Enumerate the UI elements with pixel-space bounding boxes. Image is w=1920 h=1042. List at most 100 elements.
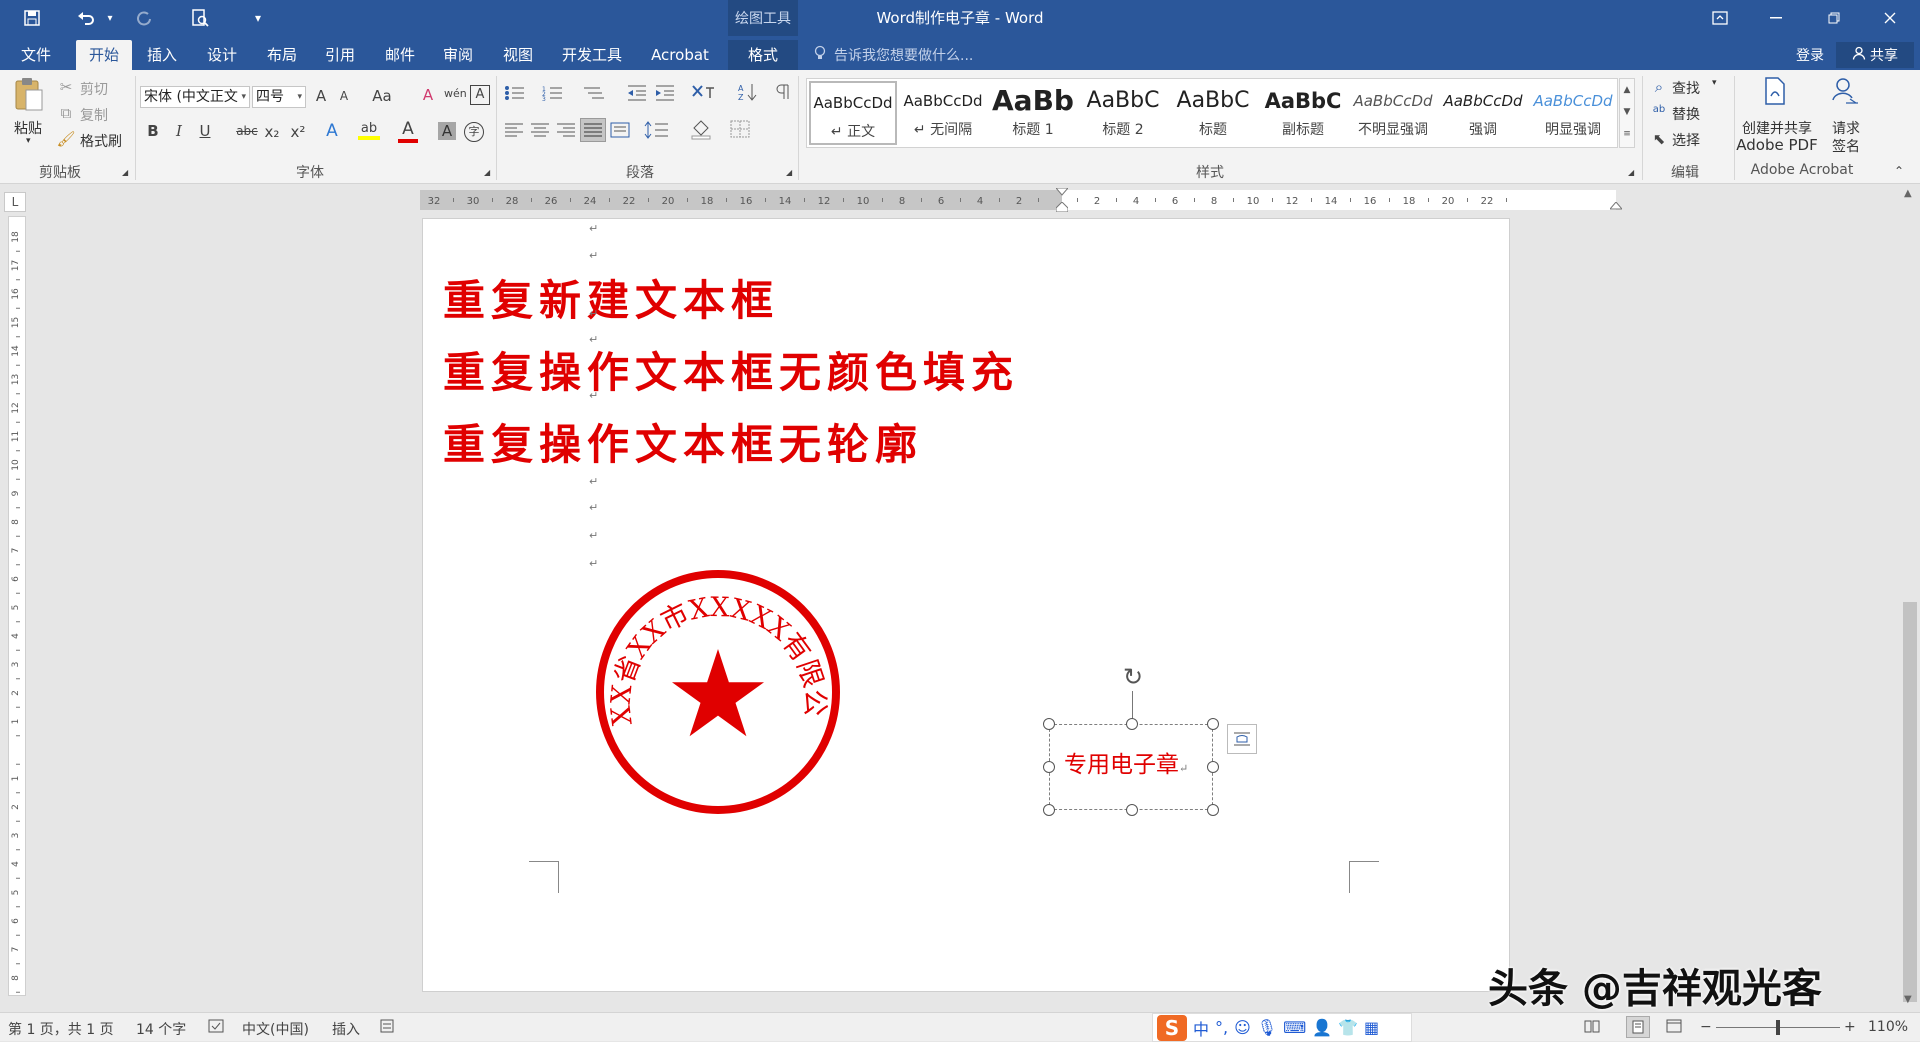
borders-icon[interactable] [730,120,750,142]
decrease-indent-icon[interactable] [626,84,648,106]
tab-mailings[interactable]: 邮件 [372,40,428,70]
style-no-spacing[interactable]: AaBbCcDd ↵ 无间隔 [899,81,987,145]
bold-icon[interactable]: B [144,122,162,140]
paste-dropdown-icon[interactable]: ▾ [26,136,31,146]
style-heading-1[interactable]: AaBb 标题 1 [989,81,1077,145]
tab-selector[interactable]: L [4,192,26,212]
justify-icon[interactable] [580,118,606,142]
tell-me-search[interactable]: 告诉我您想要做什么... [834,45,973,65]
scroll-up-icon[interactable]: ▲ [1904,188,1912,199]
document-line-2[interactable]: 重复操作文本框无颜色填充 [443,339,1019,400]
tab-file[interactable]: 文件 [8,40,64,70]
customize-quick-access-icon[interactable]: ▾ [244,4,272,32]
resize-handle[interactable] [1207,718,1219,730]
right-indent-marker[interactable] [1610,202,1622,210]
sort-icon[interactable]: AZ [738,82,760,106]
tab-design[interactable]: 设计 [194,40,250,70]
highlight-color-icon[interactable]: ab [358,121,380,140]
proofing-icon[interactable] [208,1019,224,1037]
resize-handle[interactable] [1207,761,1219,773]
shading-icon[interactable] [690,118,714,144]
collapse-ribbon-icon[interactable]: ⌃ [1894,164,1904,178]
multilevel-list-icon[interactable] [582,84,608,106]
bullets-icon[interactable] [504,84,530,106]
scrollbar-thumb[interactable] [1903,602,1917,1002]
copy-button[interactable]: 复制 [80,105,108,125]
print-preview-icon[interactable] [186,4,214,32]
shrink-font-icon[interactable]: A [336,89,352,103]
align-right-icon[interactable] [556,122,576,142]
superscript-icon[interactable]: x² [288,123,308,141]
paste-label[interactable]: 粘贴 [14,118,42,138]
document-line-1[interactable]: 重复新建文本框 [443,267,779,328]
layout-options-icon[interactable] [1227,724,1257,754]
tab-format[interactable]: 格式 [728,40,798,70]
seal-text-box[interactable]: 专用电子章↵ [1049,724,1213,810]
underline-icon[interactable]: U [196,122,214,140]
paste-icon[interactable] [12,76,46,114]
line-spacing-icon[interactable] [644,120,670,144]
increase-indent-icon[interactable] [654,84,676,106]
rotate-handle-icon[interactable]: ↻ [1119,663,1147,691]
tab-layout[interactable]: 布局 [254,40,310,70]
clipboard-launcher-icon[interactable]: ◢ [122,168,128,177]
styles-launcher-icon[interactable]: ◢ [1628,168,1634,177]
first-line-indent-marker[interactable] [1056,188,1068,196]
find-button[interactable]: 查找 [1672,78,1700,98]
resize-handle[interactable] [1043,804,1055,816]
read-mode-icon[interactable] [1584,1019,1600,1037]
zoom-in-icon[interactable]: + [1844,1019,1856,1035]
resize-handle[interactable] [1126,804,1138,816]
resize-handle[interactable] [1126,718,1138,730]
strikethrough-icon[interactable]: abc [234,124,260,138]
request-signature-line1[interactable]: 请求 [1832,118,1860,138]
keyboard-icon[interactable]: ⌨ [1283,1018,1306,1037]
chinese-layout-icon[interactable] [690,82,720,106]
sogou-logo[interactable]: S [1157,1014,1187,1041]
vertical-ruler[interactable]: 181716151413121110987654321123456789 [8,216,26,996]
print-layout-icon[interactable] [1626,1016,1650,1038]
tab-view[interactable]: 视图 [490,40,546,70]
emoji-icon[interactable]: ☺ [1234,1018,1251,1037]
create-share-pdf-line1[interactable]: 创建并共享 [1740,118,1814,138]
style-title[interactable]: AaBbC 标题 [1169,81,1257,145]
align-left-icon[interactable] [504,122,524,142]
replace-icon[interactable]: ab [1650,104,1668,115]
document-page[interactable]: ↵ ↵ 重复新建文本框 ↵ ↵ 重复操作文本框无颜色填充 ↵ 重复操作文本框无轮… [422,218,1510,992]
change-case-icon[interactable]: Aa [370,87,394,105]
text-effects-icon[interactable]: A [322,121,342,141]
font-launcher-icon[interactable]: ◢ [484,168,490,177]
character-border-icon[interactable]: A [470,85,490,105]
resize-handle[interactable] [1043,718,1055,730]
font-color-icon[interactable]: A [398,119,418,143]
tab-acrobat[interactable]: Acrobat [640,40,720,70]
sign-in-link[interactable]: 登录 [1796,45,1824,65]
align-center-icon[interactable] [530,122,550,142]
tab-insert[interactable]: 插入 [134,40,190,70]
clear-formatting-icon[interactable]: A [418,86,438,104]
share-button[interactable]: 共享 [1836,42,1914,68]
ime-punctuation[interactable]: °, [1215,1018,1228,1037]
cut-button[interactable]: 剪切 [80,79,108,99]
character-shading-icon[interactable]: A [438,122,456,140]
document-line-3[interactable]: 重复操作文本框无轮廓 [443,411,923,472]
web-layout-icon[interactable] [1666,1019,1682,1037]
request-signature-icon[interactable] [1830,76,1860,110]
tab-home[interactable]: 开始 [76,40,132,70]
redo-icon[interactable] [130,4,158,32]
resize-handle[interactable] [1207,804,1219,816]
create-share-pdf-line2[interactable]: Adobe PDF [1736,136,1818,154]
numbering-icon[interactable]: 123 [542,84,568,106]
text-box-content[interactable]: 专用电子章↵ [1064,745,1188,779]
word-count[interactable]: 14 个字 [136,1019,186,1039]
request-signature-line2[interactable]: 签名 [1832,136,1860,156]
toolbox-icon[interactable]: ▦ [1364,1018,1379,1037]
scroll-down-icon[interactable]: ▼ [1904,994,1912,1005]
style-subtitle[interactable]: AaBbC 副标题 [1259,81,1347,145]
hanging-indent-marker[interactable] [1056,202,1068,212]
paragraph-launcher-icon[interactable]: ◢ [786,168,792,177]
macro-record-icon[interactable] [380,1019,394,1037]
format-painter-button[interactable]: 格式刷 [80,131,122,151]
electronic-seal[interactable]: XXX省XX市XXXXX有限公司 [593,567,843,817]
zoom-slider-thumb[interactable] [1776,1020,1780,1035]
